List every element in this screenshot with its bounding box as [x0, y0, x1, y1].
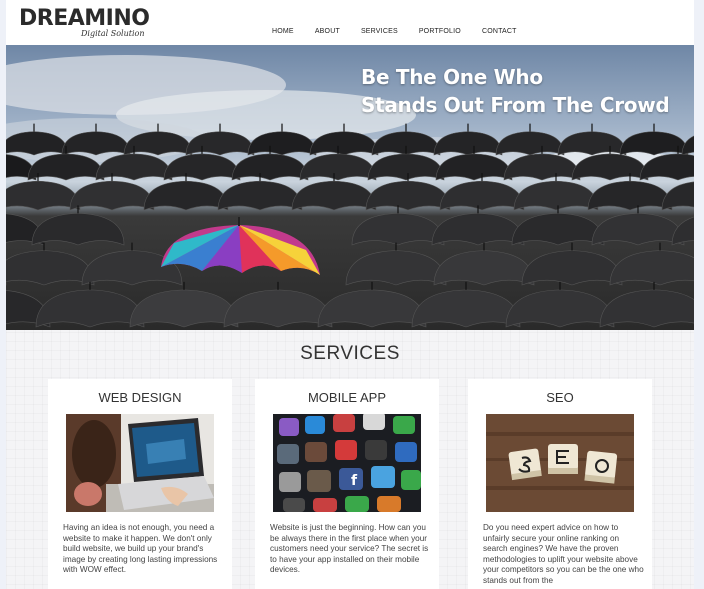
service-card-web-design[interactable]: WEB DESIGN Having an idea is not enough,… — [48, 379, 232, 589]
nav-portfolio[interactable]: PORTFOLIO — [419, 28, 461, 35]
black-umbrella — [291, 180, 377, 211]
seo-tiles-image — [486, 414, 634, 512]
black-umbrella — [217, 180, 303, 211]
nav-home[interactable]: HOME — [272, 28, 294, 35]
service-card-seo[interactable]: SEO Do you need expert advice on how to … — [468, 379, 652, 589]
hero-headline: Be The One Who Stands Out From The Crowd — [361, 63, 681, 119]
black-umbrella — [163, 153, 241, 181]
hero-line-2: Stands Out From The Crowd — [361, 93, 670, 117]
black-umbrella — [591, 213, 685, 246]
black-umbrella — [231, 153, 309, 181]
page: DREAMINO Digital Solution HOME ABOUT SER… — [6, 0, 694, 589]
black-umbrella — [351, 213, 445, 246]
hero-line-1: Be The One Who — [361, 65, 543, 89]
nav-contact[interactable]: CONTACT — [482, 28, 517, 35]
black-umbrella — [495, 131, 565, 156]
black-umbrella — [661, 181, 694, 211]
card-title: WEB DESIGN — [98, 390, 182, 405]
nav-about[interactable]: ABOUT — [315, 28, 340, 35]
services-heading: SERVICES — [300, 343, 400, 364]
laptop-image — [66, 414, 214, 512]
logo[interactable]: DREAMINO Digital Solution — [19, 6, 150, 39]
service-card-mobile-app[interactable]: MOBILE APP f Website is just the beginni… — [255, 379, 439, 589]
black-umbrella — [317, 289, 427, 328]
black-umbrella — [433, 131, 503, 156]
black-umbrella — [521, 250, 623, 286]
site-header: DREAMINO Digital Solution HOME ABOUT SER… — [6, 0, 694, 45]
black-umbrella — [433, 250, 535, 286]
black-umbrella — [411, 289, 521, 328]
black-umbrella — [31, 213, 125, 246]
card-description: Having an idea is not enough, you need a… — [63, 523, 218, 575]
black-umbrella — [599, 289, 694, 328]
black-umbrella — [129, 289, 239, 328]
black-umbrella — [69, 180, 155, 211]
black-umbrella — [513, 180, 599, 211]
black-umbrella — [505, 289, 615, 328]
svg-text:f: f — [351, 473, 358, 489]
app-icons-image: f — [273, 414, 421, 512]
rainbow-umbrella-icon — [161, 217, 320, 275]
hero-banner: Be The One Who Stands Out From The Crowd — [6, 45, 694, 330]
black-umbrella — [6, 180, 81, 211]
logo-tagline: Digital Solution — [81, 29, 145, 38]
black-umbrella — [587, 180, 673, 211]
black-umbrella — [511, 213, 605, 246]
black-umbrella — [609, 250, 694, 286]
black-umbrella — [6, 250, 95, 286]
black-umbrella — [431, 213, 525, 246]
card-description: Do you need expert advice on how to unfa… — [483, 523, 644, 585]
nav-services[interactable]: SERVICES — [361, 28, 398, 35]
black-umbrella — [557, 131, 627, 156]
black-umbrella — [143, 180, 229, 211]
main-nav: HOME ABOUT SERVICES PORTFOLIO CONTACT — [272, 28, 538, 35]
black-umbrella — [223, 289, 333, 328]
card-title: MOBILE APP — [307, 390, 387, 405]
black-umbrella — [439, 180, 525, 211]
card-description: Website is just the beginning. How can y… — [270, 523, 429, 575]
black-umbrella — [365, 180, 451, 211]
black-umbrella — [345, 250, 447, 286]
card-title: SEO — [546, 390, 574, 405]
black-umbrella — [35, 289, 145, 328]
logo-main-text: DREAMINO — [19, 6, 150, 31]
